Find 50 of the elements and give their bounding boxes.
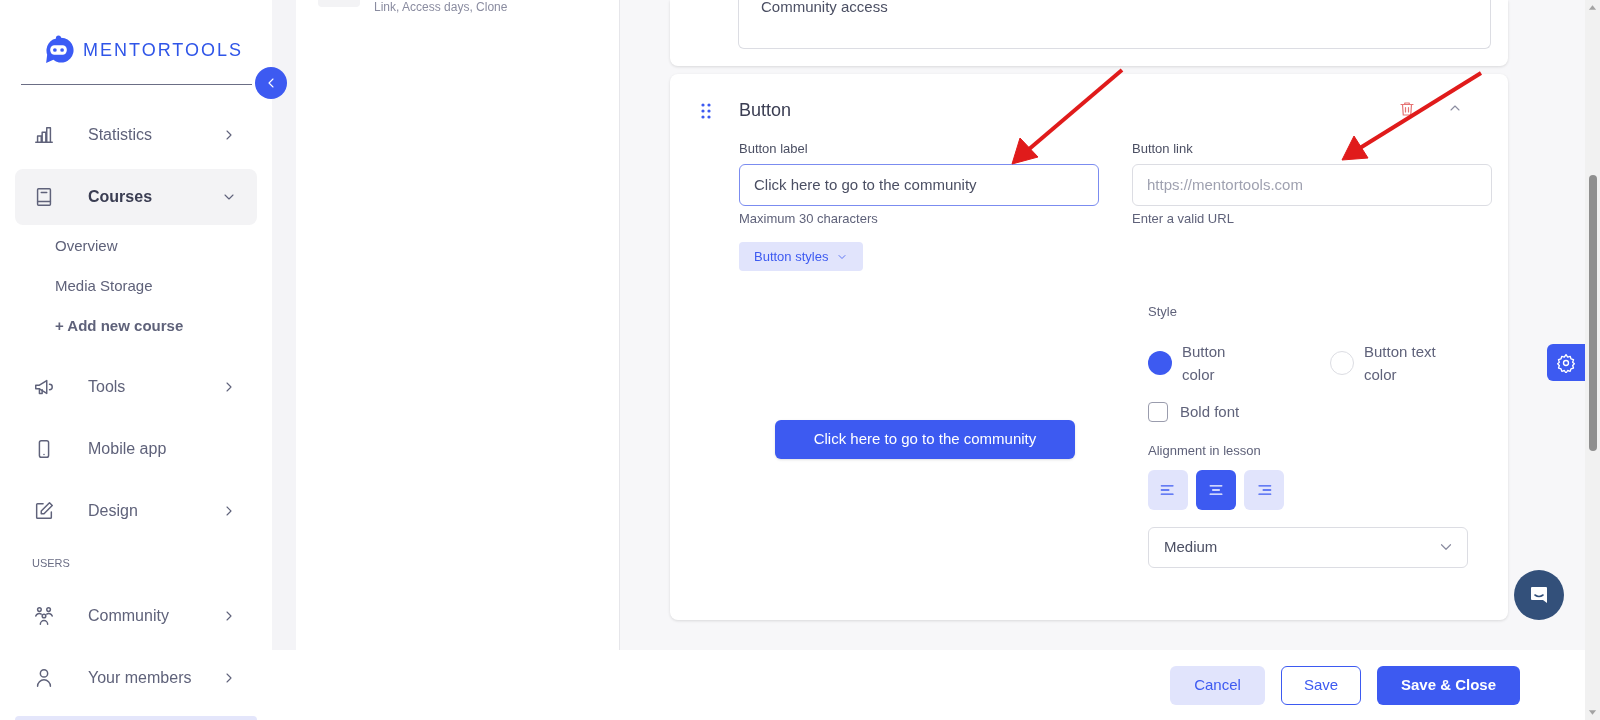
scrollbar-thumb[interactable] xyxy=(1589,175,1597,451)
sidebar-nav-item[interactable]: Statistics xyxy=(15,107,257,163)
settings-button[interactable] xyxy=(1547,344,1585,381)
sidebar-nav-item[interactable]: Your members xyxy=(15,649,257,706)
scrollbar[interactable] xyxy=(1585,0,1600,720)
logo-text: MENTORTOOLS xyxy=(83,38,244,62)
button-styles-toggle[interactable]: Button styles xyxy=(739,242,864,271)
section-label: Style xyxy=(1148,303,1178,321)
sidebar-nav-item[interactable]: Courses xyxy=(15,169,257,225)
section-label: USERS xyxy=(31,556,71,571)
button-link-input[interactable]: https://mentortools.com xyxy=(1132,163,1492,206)
sidebar-nav-item[interactable]: Design xyxy=(15,483,257,539)
align-right-button[interactable] xyxy=(1244,469,1284,510)
save-button[interactable]: Save xyxy=(1281,665,1361,705)
field-hint: Maximum 30 characters xyxy=(739,209,879,228)
item-meta-text: Link, Access days, Clone xyxy=(374,0,508,14)
bar-chart-icon xyxy=(33,124,55,146)
drag-handle-icon[interactable] xyxy=(700,102,712,120)
text-area-field[interactable]: Community access xyxy=(738,0,1491,49)
pencil-icon xyxy=(33,500,55,522)
radio-label: Button color xyxy=(1182,341,1226,385)
sidebar-subitem[interactable]: + Add new course xyxy=(15,311,257,351)
preview-button[interactable]: Click here to go to the community xyxy=(775,420,1075,459)
sidebar-subitem[interactable]: Media Storage xyxy=(15,271,257,311)
field-label: Button link xyxy=(1132,140,1194,158)
section-label: Alignment in lesson xyxy=(1148,442,1262,460)
radio-label: Button text color xyxy=(1364,341,1436,385)
radio-button[interactable] xyxy=(1330,350,1354,375)
sidebar-nav-item[interactable]: Mobile app xyxy=(15,421,257,477)
sidebar-nav-item[interactable]: Tools xyxy=(15,359,257,415)
size-select[interactable]: Medium xyxy=(1148,526,1468,568)
checkbox[interactable] xyxy=(1148,401,1168,422)
settings-icon xyxy=(1556,352,1576,373)
save-button[interactable]: Save & Close xyxy=(1377,665,1520,705)
sidebar-subitem[interactable]: Overview xyxy=(15,231,257,271)
trash-icon[interactable] xyxy=(1398,100,1416,118)
scroll-up-arrow-icon[interactable] xyxy=(1588,3,1597,11)
radio-button[interactable] xyxy=(1148,350,1172,375)
align-left-button[interactable] xyxy=(1148,469,1188,510)
scroll-down-arrow-icon[interactable] xyxy=(1588,709,1597,717)
field-hint: Enter a valid URL xyxy=(1132,209,1235,228)
people-icon xyxy=(33,604,55,627)
checkbox-label: Bold font xyxy=(1180,401,1240,422)
field-label: Button label xyxy=(739,140,809,158)
align-center-button[interactable] xyxy=(1196,469,1236,510)
block-title: Button xyxy=(739,99,792,122)
collapse-sidebar-button[interactable] xyxy=(255,67,287,99)
cancel-button[interactable]: Cancel xyxy=(1170,665,1265,705)
button-label-input[interactable]: Click here to go to the community xyxy=(739,163,1099,206)
sidebar-nav-item[interactable]: Community xyxy=(15,587,257,644)
